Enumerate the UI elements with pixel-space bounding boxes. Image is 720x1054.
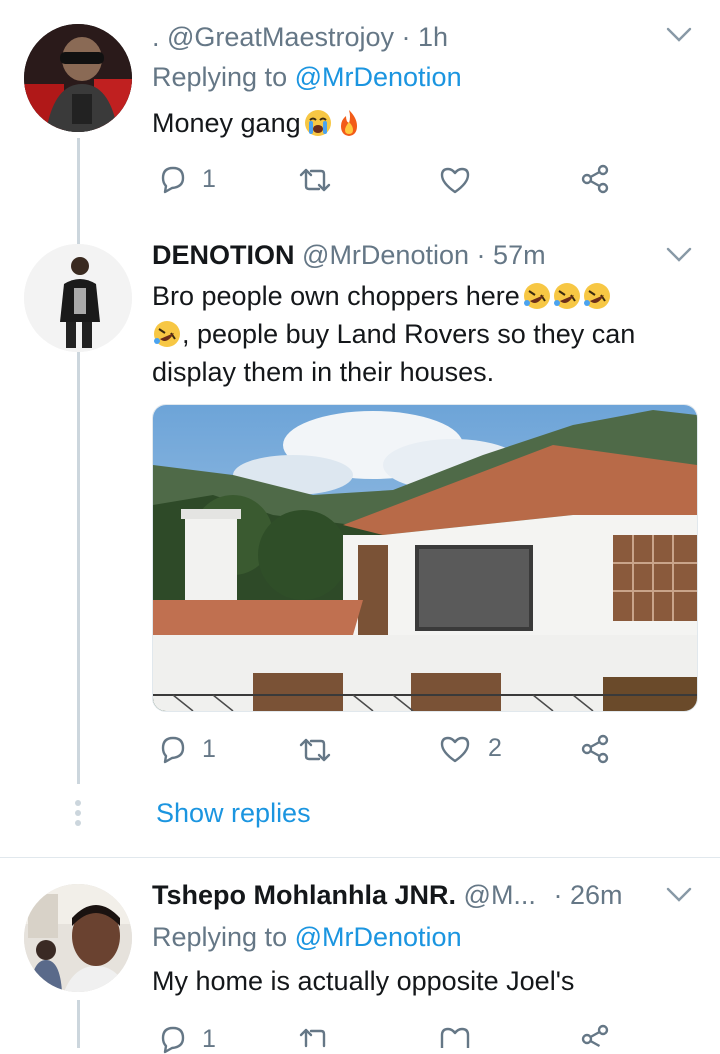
chevron-down-icon[interactable] <box>666 26 692 44</box>
share-icon <box>581 1024 609 1048</box>
avatar-tshepo[interactable] <box>24 884 132 992</box>
reply-icon <box>161 1026 185 1054</box>
like-action[interactable]: 2 <box>440 734 502 763</box>
replying-to: Replying to @MrDenotion <box>152 62 462 92</box>
like-icon <box>440 167 470 194</box>
like-count: 2 <box>488 734 502 762</box>
thread-line <box>77 138 80 784</box>
like-icon <box>440 736 470 762</box>
display-name[interactable]: Tshepo Mohlanhla JNR. <box>152 880 456 910</box>
tweet-text: Money gang <box>152 104 363 142</box>
avatar-greatmaestrojoy[interactable] <box>24 24 132 132</box>
timestamp[interactable]: 1h <box>418 22 448 52</box>
rofl-face-emoji <box>523 283 610 309</box>
retweet-icon <box>299 168 331 192</box>
show-replies-link[interactable]: Show replies <box>156 794 311 832</box>
tweet-header: . @GreatMaestrojoy · 1h <box>152 22 449 52</box>
reply-action[interactable]: 1 <box>158 1024 216 1054</box>
rofl-face-emoji <box>154 321 180 347</box>
retweet-action[interactable] <box>298 166 332 194</box>
crying-face-emoji <box>304 110 331 136</box>
mention-link[interactable]: @MrDenotion <box>295 62 462 92</box>
thread-more-dots <box>73 800 83 826</box>
handle[interactable]: @MrDenotion <box>302 240 469 270</box>
share-icon <box>581 164 609 194</box>
reply-count: 1 <box>202 734 216 763</box>
tweet-text: My home is actually opposite Joel's <box>152 966 575 996</box>
mention-link[interactable]: @MrDenotion <box>295 922 462 952</box>
tweet-header: DENOTION @MrDenotion · 57m <box>152 240 546 270</box>
like-action[interactable] <box>440 1026 470 1048</box>
divider <box>0 857 720 858</box>
share-action[interactable] <box>580 1024 610 1048</box>
reply-count: 1 <box>202 1024 216 1053</box>
handle[interactable]: . @GreatMaestrojoy <box>152 22 394 52</box>
share-icon <box>581 734 609 764</box>
like-icon <box>440 1027 470 1048</box>
reply-action[interactable]: 1 <box>158 734 216 764</box>
timestamp[interactable]: 26m <box>570 880 623 910</box>
chevron-down-icon[interactable] <box>666 886 692 904</box>
share-action[interactable] <box>580 734 610 764</box>
fire-emoji <box>340 110 357 136</box>
timestamp[interactable]: 57m <box>493 240 546 270</box>
retweet-icon <box>299 1028 326 1048</box>
display-name[interactable]: DENOTION <box>152 240 295 270</box>
retweet-icon <box>299 738 331 762</box>
tweet-text: Bro people own choppers here , people bu… <box>152 281 636 387</box>
tweet-image[interactable] <box>152 404 698 712</box>
reply-action[interactable]: 1 <box>158 164 216 194</box>
reply-icon <box>161 736 185 764</box>
reply-icon <box>161 166 185 194</box>
tweet-header: Tshepo Mohlanhla JNR. @M... · 26m <box>152 880 623 910</box>
reply-count: 1 <box>202 164 216 193</box>
replying-to: Replying to @MrDenotion <box>152 922 462 952</box>
retweet-action[interactable] <box>298 1026 332 1048</box>
thread-line <box>77 1000 80 1048</box>
retweet-action[interactable] <box>298 736 332 764</box>
share-action[interactable] <box>580 164 610 194</box>
handle[interactable]: @M... <box>464 880 536 910</box>
chevron-down-icon[interactable] <box>666 246 692 264</box>
avatar-mrdenotion[interactable] <box>24 244 132 352</box>
like-action[interactable] <box>440 166 470 194</box>
